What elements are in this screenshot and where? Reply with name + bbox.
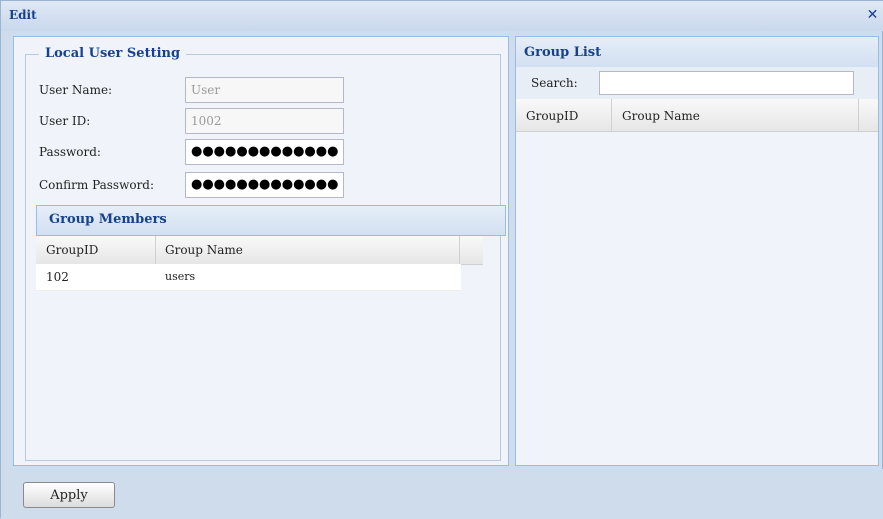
group-list-grid-header: GroupID Group Name — [516, 99, 878, 132]
user-name-row: User Name: — [39, 77, 499, 103]
user-id-input[interactable] — [185, 108, 344, 134]
local-user-setting-legend: Local User Setting — [39, 46, 187, 61]
cell-groupid: 102 — [46, 270, 69, 284]
column-header-groupid[interactable]: GroupID — [46, 243, 98, 257]
table-row[interactable]: 102 users — [36, 264, 461, 291]
confirm-password-input[interactable]: ●●●●●●●●●●●●● — [185, 172, 344, 198]
dialog-footer: Apply — [1, 469, 883, 519]
column-separator[interactable] — [155, 236, 156, 264]
group-list-grid-body — [516, 132, 878, 465]
close-icon[interactable]: ✕ — [865, 8, 880, 23]
search-bar: Search: — [516, 67, 878, 100]
confirm-password-label: Confirm Password: — [39, 178, 155, 192]
group-list-header: Group List — [516, 37, 878, 68]
column-separator[interactable] — [858, 99, 859, 131]
title-bar: Edit ✕ — [1, 1, 883, 31]
user-id-row: User ID: — [39, 108, 499, 134]
cell-group-name: users — [165, 270, 196, 283]
column-header-group-name[interactable]: Group Name — [622, 109, 700, 123]
group-list-panel: Group List Search: GroupID Group Name — [515, 36, 879, 466]
group-members-title: Group Members — [49, 212, 167, 227]
dialog-title: Edit — [9, 8, 37, 22]
column-separator[interactable] — [459, 236, 460, 264]
search-label: Search: — [531, 76, 578, 90]
password-row: Password: ●●●●●●●●●●●●● — [39, 139, 499, 165]
column-header-groupid[interactable]: GroupID — [526, 109, 578, 123]
group-members-grid-header: GroupID Group Name — [36, 236, 483, 265]
search-input[interactable] — [599, 71, 854, 95]
group-list-title: Group List — [524, 45, 602, 60]
local-user-setting-panel: Local User Setting User Name: User ID: P… — [13, 36, 509, 466]
user-name-label: User Name: — [39, 83, 113, 97]
group-members-header: Group Members — [36, 205, 506, 236]
password-label: Password: — [39, 145, 101, 159]
edit-dialog: Edit ✕ Local User Setting User Name: Use… — [0, 0, 883, 519]
password-input[interactable]: ●●●●●●●●●●●●● — [185, 139, 344, 165]
user-name-input[interactable] — [185, 77, 344, 103]
user-id-label: User ID: — [39, 114, 91, 128]
group-members-grid: GroupID Group Name 102 users — [36, 236, 483, 291]
confirm-password-row: Confirm Password: ●●●●●●●●●●●●● — [39, 172, 499, 198]
column-separator[interactable] — [611, 99, 612, 131]
apply-button[interactable]: Apply — [23, 482, 115, 508]
column-header-group-name[interactable]: Group Name — [165, 243, 243, 257]
